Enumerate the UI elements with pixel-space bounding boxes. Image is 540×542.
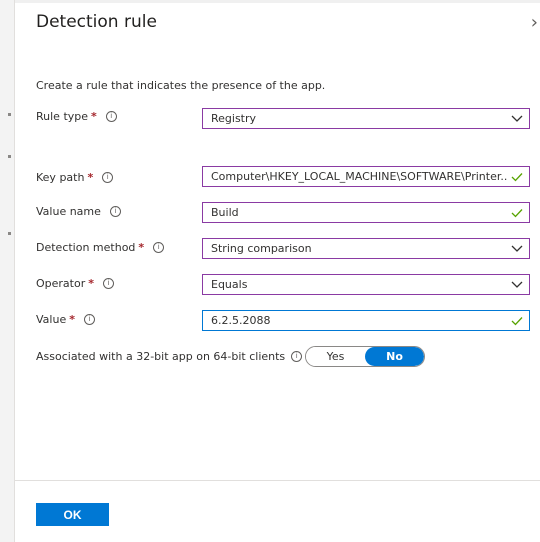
header-divider [15, 0, 540, 3]
rule-type-dropdown[interactable]: Registry [202, 108, 530, 129]
detection-method-value: String comparison [211, 242, 312, 255]
required-marker: * [91, 110, 97, 123]
background-blade-strip [0, 0, 15, 542]
operator-value: Equals [211, 278, 248, 291]
value-name-input[interactable]: Build [202, 202, 530, 223]
value-name-value: Build [211, 206, 239, 219]
footer-divider [15, 480, 540, 481]
panel-title: Detection rule [36, 12, 157, 32]
value-name-label: Value name i [36, 205, 121, 218]
rule-type-value: Registry [211, 112, 257, 125]
toggle-no-option[interactable]: No [365, 347, 424, 366]
checkmark-icon [511, 209, 523, 218]
associated-32bit-label: Associated with a 32-bit app on 64-bit c… [36, 350, 303, 363]
rule-type-label: Rule type * i [36, 110, 117, 123]
info-icon[interactable]: i [102, 172, 114, 183]
chevron-down-icon [511, 115, 523, 122]
operator-dropdown[interactable]: Equals [202, 274, 530, 295]
background-mark [8, 155, 11, 158]
toggle-yes-option[interactable]: Yes [306, 347, 365, 366]
required-marker: * [69, 313, 75, 326]
required-marker: * [88, 277, 95, 290]
checkmark-icon [511, 173, 523, 182]
detection-method-label: Detection method * i [36, 241, 165, 254]
info-icon[interactable]: i [291, 351, 303, 362]
detection-method-dropdown[interactable]: String comparison [202, 238, 530, 259]
value-label: Value * i [36, 313, 95, 326]
operator-label: Operator * i [36, 277, 115, 290]
associated-32bit-toggle[interactable]: Yes No [305, 346, 425, 367]
key-path-input[interactable]: Computer\HKEY_LOCAL_MACHINE\SOFTWARE\Pri… [202, 166, 530, 187]
info-icon[interactable]: i [83, 314, 95, 325]
background-mark [8, 113, 11, 116]
panel-description: Create a rule that indicates the presenc… [36, 79, 326, 92]
close-panel-button[interactable]: › [531, 12, 538, 33]
info-icon[interactable]: i [105, 111, 117, 122]
required-marker: * [138, 241, 145, 254]
key-path-value: Computer\HKEY_LOCAL_MACHINE\SOFTWARE\Pri… [211, 170, 507, 183]
chevron-down-icon [511, 245, 523, 252]
checkmark-icon [511, 317, 523, 326]
chevron-right-icon: › [530, 12, 538, 33]
chevron-down-icon [511, 281, 523, 288]
info-icon[interactable]: i [103, 278, 115, 289]
background-mark [8, 232, 11, 235]
ok-button[interactable]: OK [36, 503, 109, 526]
value-value: 6.2.5.2088 [211, 314, 271, 327]
key-path-label: Key path * i [36, 171, 114, 184]
required-marker: * [87, 171, 94, 184]
info-icon[interactable]: i [109, 206, 121, 217]
value-input[interactable]: 6.2.5.2088 [202, 310, 530, 331]
info-icon[interactable]: i [153, 242, 165, 253]
